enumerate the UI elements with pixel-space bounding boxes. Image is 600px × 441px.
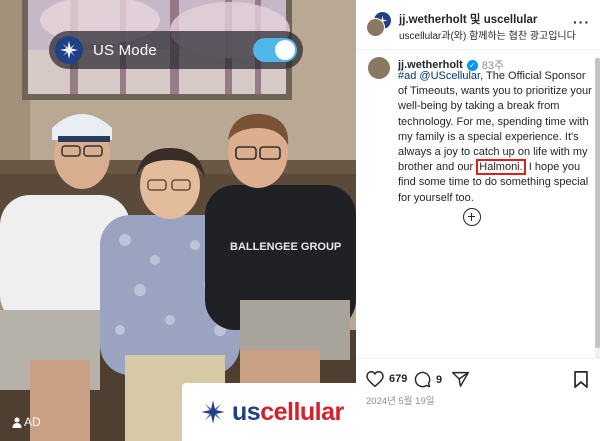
scrollbar-thumb[interactable] <box>595 58 600 348</box>
brand-us-text: us <box>232 397 261 426</box>
mention-link[interactable]: @UScellular <box>419 70 480 82</box>
caption-text-part-1: , The Official Sponsor of Timeouts, want… <box>398 70 592 174</box>
us-mode-toggle-bar[interactable]: US Mode <box>49 31 303 69</box>
uscellular-wordmark: uscellular <box>232 398 344 427</box>
post-header: jj.wetherholt 및 uscellular uscellular과(와… <box>356 0 600 50</box>
us-mode-toggle-switch[interactable] <box>253 38 297 62</box>
comment-count[interactable]: 9 <box>436 374 442 386</box>
like-button[interactable]: 679 <box>366 371 407 387</box>
post-detail-panel: jj.wetherholt 및 uscellular uscellular과(와… <box>356 0 600 441</box>
ad-badge-label: AD <box>24 415 41 429</box>
send-icon <box>452 371 469 387</box>
hashtag-link[interactable]: #ad <box>398 70 416 82</box>
ad-badge: AD <box>12 415 41 429</box>
heart-icon <box>366 371 384 387</box>
uscellular-logo-banner: uscellular <box>182 383 356 441</box>
more-horizontal-icon[interactable]: ··· <box>573 14 590 30</box>
comment-button[interactable]: 9 <box>414 371 442 388</box>
comment-icon <box>414 371 431 388</box>
person-icon <box>12 417 22 428</box>
post-date[interactable]: 2024년 5월 19일 <box>366 393 434 407</box>
collab-avatars[interactable] <box>366 11 392 37</box>
paid-partnership-label[interactable]: uscellular과(와) 함께하는 협찬 광고입니다 <box>399 27 576 42</box>
add-circle-icon[interactable] <box>463 208 481 226</box>
uscellular-star-icon <box>55 36 83 64</box>
highlighted-word: Halmoni. <box>476 159 526 176</box>
us-mode-label: US Mode <box>93 41 157 59</box>
jj-wetherholt-avatar[interactable] <box>366 18 385 37</box>
ad-photo[interactable]: BALLENGEE GROUP US Mode uscellular AD <box>0 0 356 441</box>
share-button[interactable] <box>452 371 469 387</box>
post-actions: 679 9 2024년 5월 19일 <box>356 358 600 441</box>
caption-text: #ad @UScellular, The Official Sponsor of… <box>398 69 594 206</box>
bookmark-icon <box>574 371 588 388</box>
save-button[interactable] <box>574 371 588 393</box>
caption-avatar[interactable] <box>368 57 390 79</box>
svg-text:BALLENGEE GROUP: BALLENGEE GROUP <box>230 241 341 253</box>
brand-cellular-text: cellular <box>260 397 344 426</box>
header-title[interactable]: jj.wetherholt 및 uscellular <box>399 11 537 27</box>
like-count[interactable]: 679 <box>389 373 407 385</box>
uscellular-star-logo-icon <box>201 400 225 424</box>
